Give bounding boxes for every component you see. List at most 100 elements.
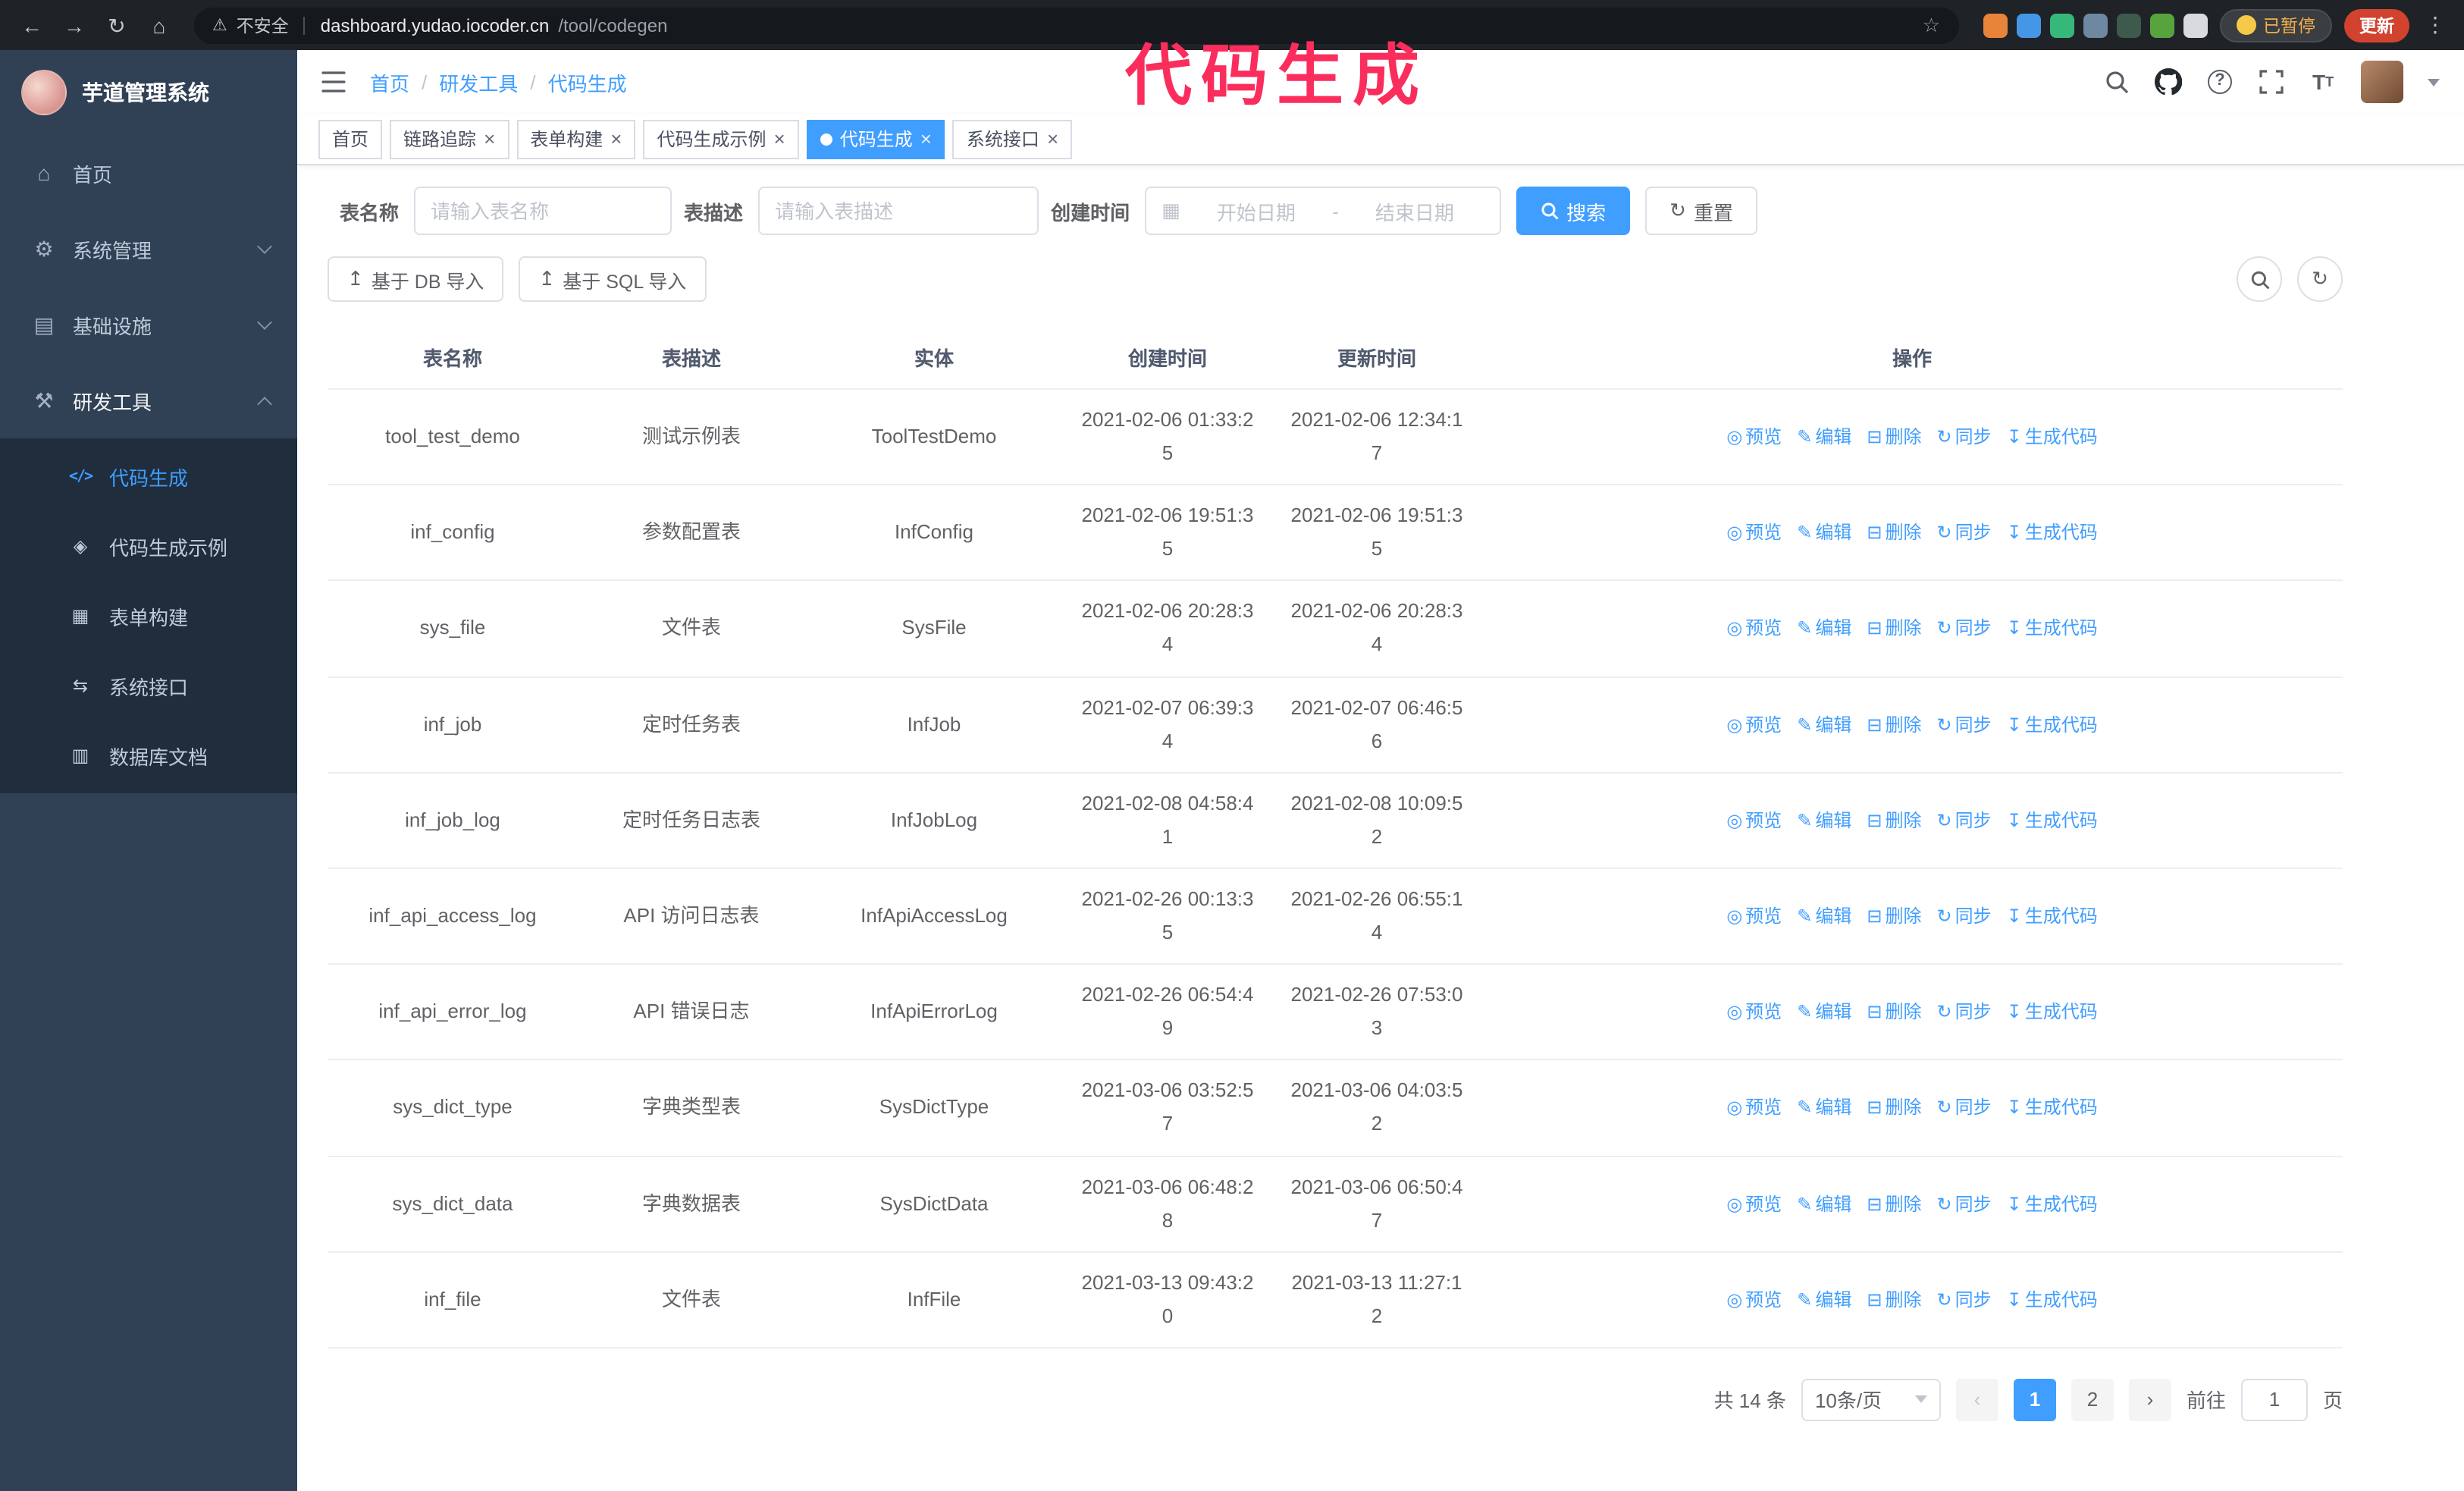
sidebar-item-devtools[interactable]: ⚒ 研发工具	[0, 363, 297, 438]
reset-button[interactable]: ↻ 重置	[1645, 187, 1757, 235]
help-icon[interactable]: ?	[2206, 67, 2234, 97]
refresh-table-button[interactable]: ↻	[2297, 256, 2343, 302]
table-desc-input[interactable]	[758, 187, 1039, 235]
delete-link[interactable]: ⊟ 删除	[1867, 805, 1921, 837]
close-icon[interactable]: ×	[920, 129, 932, 149]
prev-page-button[interactable]: ‹	[1955, 1378, 1998, 1421]
generate-code-link[interactable]: ↧ 生成代码	[2007, 1188, 2098, 1219]
table-name-input[interactable]	[414, 187, 672, 235]
caret-down-icon[interactable]	[2428, 78, 2440, 86]
delete-link[interactable]: ⊟ 删除	[1867, 1093, 1921, 1124]
edit-link[interactable]: ✎ 编辑	[1797, 614, 1851, 645]
edit-link[interactable]: ✎ 编辑	[1797, 517, 1851, 548]
page-button-1[interactable]: 1	[2013, 1378, 2056, 1421]
extension-leaf-icon[interactable]	[2149, 13, 2174, 37]
tab-item-2[interactable]: 表单构建 ×	[516, 119, 636, 159]
generate-code-link[interactable]: ↧ 生成代码	[2007, 997, 2098, 1028]
sync-link[interactable]: ↻ 同步	[1937, 422, 1992, 453]
tab-item-4[interactable]: 代码生成 ×	[806, 119, 945, 159]
logo[interactable]: 芋道管理系统	[0, 50, 297, 135]
sidebar-item-form-builder[interactable]: ▦ 表单构建	[0, 581, 297, 651]
edit-link[interactable]: ✎ 编辑	[1797, 997, 1851, 1028]
tab-item-3[interactable]: 代码生成示例 ×	[643, 119, 799, 159]
bookmark-star-icon[interactable]: ☆	[1923, 13, 1940, 37]
delete-link[interactable]: ⊟ 删除	[1867, 614, 1921, 645]
close-icon[interactable]: ×	[484, 129, 495, 149]
toggle-search-button[interactable]	[2237, 256, 2282, 302]
generate-code-link[interactable]: ↧ 生成代码	[2007, 422, 2098, 453]
delete-link[interactable]: ⊟ 删除	[1867, 422, 1921, 453]
sync-link[interactable]: ↻ 同步	[1937, 614, 1992, 645]
generate-code-link[interactable]: ↧ 生成代码	[2007, 1093, 2098, 1124]
preview-link[interactable]: ◎ 预览	[1726, 1093, 1782, 1124]
sync-link[interactable]: ↻ 同步	[1937, 517, 1992, 548]
preview-link[interactable]: ◎ 预览	[1726, 901, 1782, 932]
extension-dark-table-icon[interactable]	[2116, 13, 2140, 37]
next-page-button[interactable]: ›	[2128, 1378, 2171, 1421]
delete-link[interactable]: ⊟ 删除	[1867, 997, 1921, 1028]
breadcrumb-devtools[interactable]: 研发工具	[439, 67, 518, 96]
sidebar-item-infra[interactable]: ▤ 基础设施	[0, 287, 297, 363]
delete-link[interactable]: ⊟ 删除	[1867, 1284, 1921, 1315]
sidebar-item-system-api[interactable]: ⇆ 系统接口	[0, 651, 297, 720]
preview-link[interactable]: ◎ 预览	[1726, 709, 1782, 740]
generate-code-link[interactable]: ↧ 生成代码	[2007, 517, 2098, 548]
preview-link[interactable]: ◎ 预览	[1726, 422, 1782, 453]
browser-home-icon[interactable]: ⌂	[140, 5, 179, 45]
generate-code-link[interactable]: ↧ 生成代码	[2007, 901, 2098, 932]
edit-link[interactable]: ✎ 编辑	[1797, 422, 1851, 453]
reload-icon[interactable]: ↻	[97, 5, 136, 45]
profile-paused-badge[interactable]: 已暂停	[2219, 8, 2332, 42]
edit-link[interactable]: ✎ 编辑	[1797, 709, 1851, 740]
close-icon[interactable]: ×	[1047, 129, 1058, 149]
sidebar-item-codegen-example[interactable]: ◈ 代码生成示例	[0, 511, 297, 581]
delete-link[interactable]: ⊟ 删除	[1867, 517, 1921, 548]
import-db-button[interactable]: ↥ 基于 DB 导入	[328, 256, 504, 302]
tab-item-1[interactable]: 链路追踪 ×	[390, 119, 509, 159]
close-icon[interactable]: ×	[610, 129, 622, 149]
address-bar[interactable]: ⚠ 不安全 dashboard.yudao.iocoder.cn/tool/co…	[194, 7, 1958, 43]
sync-link[interactable]: ↻ 同步	[1937, 1188, 1992, 1219]
font-size-icon[interactable]: TT	[2309, 67, 2337, 97]
extension-blue-icon[interactable]	[2016, 13, 2040, 37]
generate-code-link[interactable]: ↧ 生成代码	[2007, 614, 2098, 645]
goto-page-input[interactable]	[2240, 1378, 2308, 1421]
date-range-picker[interactable]: ▦ 开始日期 - 结束日期	[1145, 187, 1502, 235]
delete-link[interactable]: ⊟ 删除	[1867, 1188, 1921, 1219]
update-button[interactable]: 更新	[2344, 8, 2409, 42]
tab-item-5[interactable]: 系统接口 ×	[952, 119, 1073, 159]
delete-link[interactable]: ⊟ 删除	[1867, 709, 1921, 740]
collapse-menu-icon[interactable]	[321, 71, 346, 93]
preview-link[interactable]: ◎ 预览	[1726, 1284, 1782, 1315]
sidebar-item-db-doc[interactable]: ▥ 数据库文档	[0, 720, 297, 790]
sidebar-item-system[interactable]: ⚙ 系统管理	[0, 211, 297, 287]
generate-code-link[interactable]: ↧ 生成代码	[2007, 709, 2098, 740]
kebab-menu-icon[interactable]: ⋮	[2425, 12, 2446, 38]
extension-people-icon[interactable]	[2083, 13, 2107, 37]
breadcrumb-home[interactable]: 首页	[370, 67, 409, 96]
search-button[interactable]: 搜索	[1516, 187, 1631, 235]
edit-link[interactable]: ✎ 编辑	[1797, 1093, 1851, 1124]
delete-link[interactable]: ⊟ 删除	[1867, 901, 1921, 932]
page-button-2[interactable]: 2	[2071, 1378, 2114, 1421]
tab-item-0[interactable]: 首页	[318, 119, 383, 159]
extension-green-check-icon[interactable]	[2049, 13, 2074, 37]
preview-link[interactable]: ◎ 预览	[1726, 997, 1782, 1028]
sync-link[interactable]: ↻ 同步	[1937, 1093, 1992, 1124]
preview-link[interactable]: ◎ 预览	[1726, 517, 1782, 548]
user-avatar[interactable]	[2361, 61, 2403, 103]
extension-orange-icon[interactable]	[1983, 13, 2007, 37]
close-icon[interactable]: ×	[774, 129, 785, 149]
sidebar-item-home[interactable]: ⌂ 首页	[0, 135, 297, 211]
edit-link[interactable]: ✎ 编辑	[1797, 1188, 1851, 1219]
fullscreen-icon[interactable]	[2258, 67, 2285, 97]
sync-link[interactable]: ↻ 同步	[1937, 1284, 1992, 1315]
sidebar-item-codegen[interactable]: </> 代码生成	[0, 441, 297, 511]
edit-link[interactable]: ✎ 编辑	[1797, 901, 1851, 932]
preview-link[interactable]: ◎ 预览	[1726, 614, 1782, 645]
page-size-select[interactable]: 10条/页	[1801, 1378, 1941, 1421]
preview-link[interactable]: ◎ 预览	[1726, 1188, 1782, 1219]
sync-link[interactable]: ↻ 同步	[1937, 901, 1992, 932]
edit-link[interactable]: ✎ 编辑	[1797, 1284, 1851, 1315]
import-sql-button[interactable]: ↥ 基于 SQL 导入	[519, 256, 707, 302]
